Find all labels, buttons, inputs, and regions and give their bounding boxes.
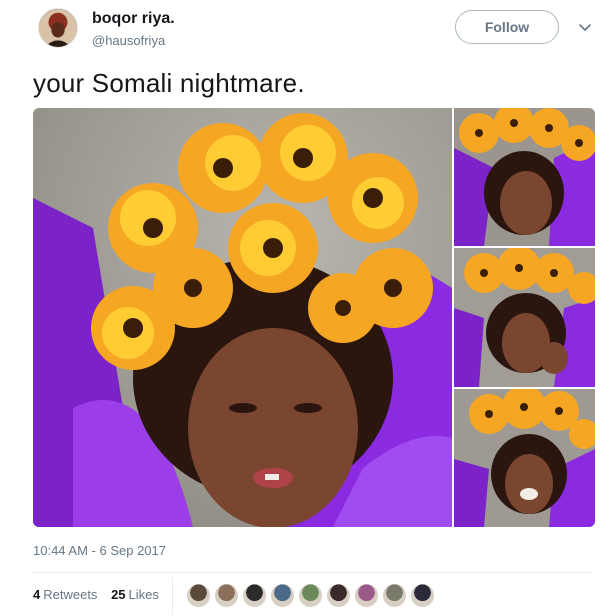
liker-avatar[interactable] [270, 583, 295, 608]
photo-main[interactable] [33, 108, 452, 527]
user-handle[interactable]: @hausofriya [92, 33, 165, 48]
liker-avatar[interactable] [298, 583, 323, 608]
retweets-stat[interactable]: 4 Retweets [33, 587, 97, 602]
media-grid [33, 108, 595, 527]
tweet-text: your Somali nightmare. [33, 68, 305, 98]
retweets-count: 4 [33, 587, 41, 602]
tweet-timestamp[interactable]: 10:44 AM - 6 Sep 2017 [33, 543, 166, 558]
likes-label: Likes [128, 587, 159, 602]
likes-count: 25 [111, 587, 126, 602]
avatar[interactable] [38, 8, 78, 48]
liker-avatar[interactable] [410, 583, 435, 608]
photo-thumbnail-3[interactable] [454, 248, 595, 387]
photo-thumbnail-4-image [454, 389, 595, 527]
liker-avatar[interactable] [382, 583, 407, 608]
stats-separator [172, 577, 173, 615]
photo-thumbnail-2[interactable] [454, 108, 595, 246]
photo-thumbnail-2-image [454, 108, 595, 246]
photo-thumbnail-3-image [454, 248, 595, 387]
chevron-down-icon[interactable] [578, 20, 592, 34]
avatar-image [39, 9, 77, 47]
follow-button[interactable]: Follow [455, 10, 559, 44]
photo-thumbnail-4[interactable] [454, 389, 595, 527]
photo-main-image [33, 108, 452, 527]
liker-avatar[interactable] [186, 583, 211, 608]
divider [33, 572, 593, 573]
display-name[interactable]: boqor riya. [92, 10, 175, 28]
tweet-stats: 4 Retweets 25 Likes [33, 587, 169, 607]
retweets-label: Retweets [43, 587, 98, 602]
liker-avatar[interactable] [214, 583, 239, 608]
likes-stat[interactable]: 25 Likes [111, 587, 159, 602]
liker-avatar[interactable] [242, 583, 267, 608]
liker-avatar[interactable] [354, 583, 379, 608]
tweet-header: boqor riya. @hausofriya Follow [0, 0, 609, 60]
liker-avatar[interactable] [326, 583, 351, 608]
